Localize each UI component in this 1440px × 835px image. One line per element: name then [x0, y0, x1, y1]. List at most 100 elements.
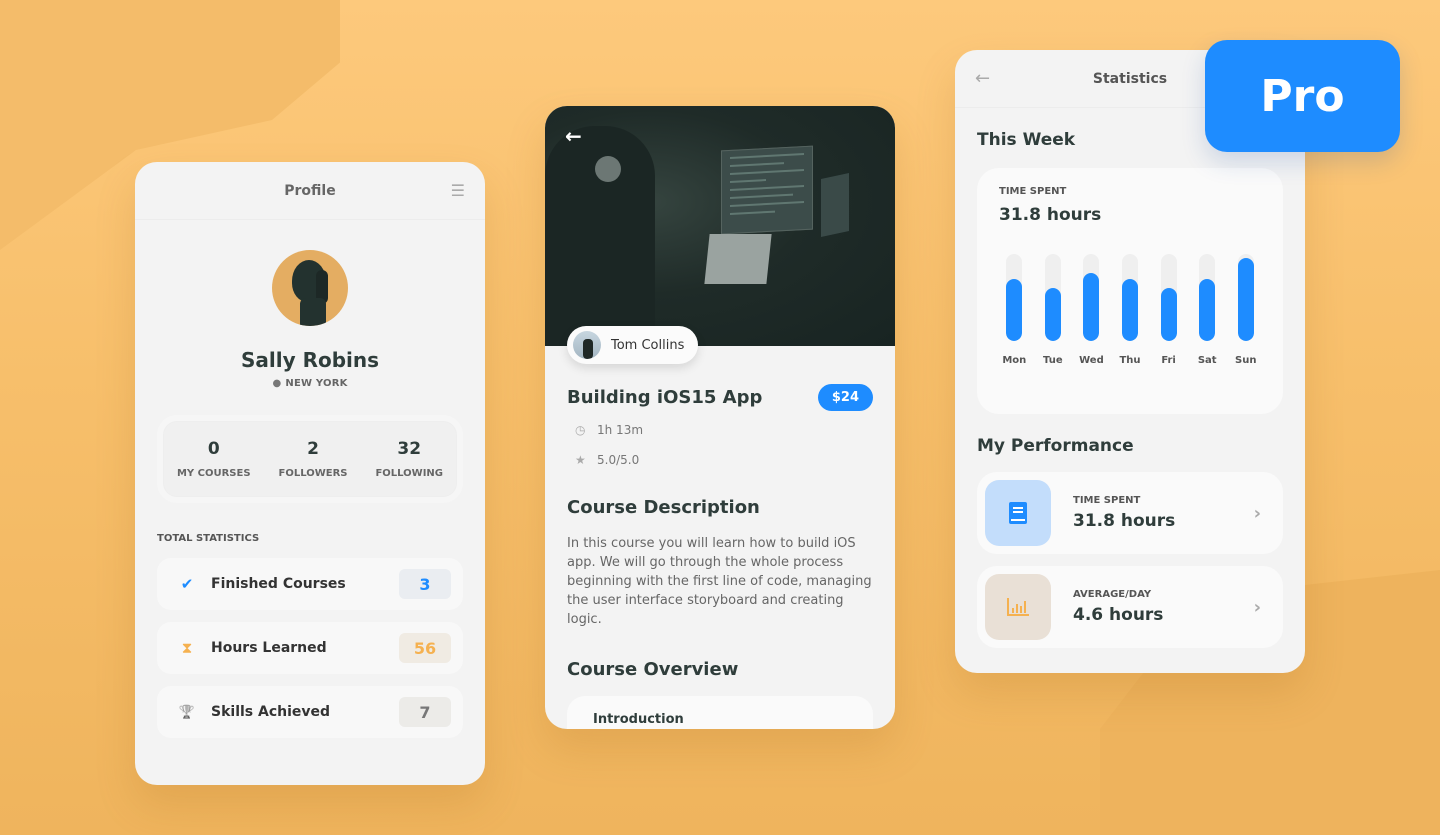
bar-thu: Thu — [1111, 254, 1150, 366]
profile-screen: Profile ☰ Sally Robins ● NEW YORK 0 MY COU… — [135, 162, 485, 785]
performance-value: 4.6 hours — [1073, 605, 1164, 625]
count-value: 32 — [397, 439, 422, 459]
bar-track — [1044, 254, 1061, 341]
performance-time-spent[interactable]: TIME SPENT 31.8 hours › — [977, 472, 1283, 554]
bar-track — [1083, 254, 1100, 341]
bar-fill — [1044, 288, 1061, 341]
chart-total: 31.8 hours — [999, 205, 1102, 225]
bar-label: Sun — [1235, 355, 1257, 366]
bar-track — [1006, 254, 1023, 341]
bar-track — [1160, 254, 1177, 341]
rating-text: 5.0/5.0 — [597, 453, 640, 467]
location-pin-icon: ● — [272, 378, 282, 389]
book-icon-tile — [985, 480, 1051, 546]
overview-item[interactable]: Introduction — [567, 696, 873, 729]
checkmark-icon: ✔ — [180, 575, 194, 593]
performance-label: TIME SPENT — [1073, 495, 1141, 506]
bar-wed: Wed — [1072, 254, 1111, 366]
course-hero-image: ← — [545, 106, 895, 346]
time-spent-chart: TIME SPENT 31.8 hours Mon Tue Wed Thu Fri Sat… — [977, 168, 1283, 414]
stat-label: Finished Courses — [211, 576, 346, 592]
performance-heading: My Performance — [977, 436, 1134, 456]
count-my-courses[interactable]: 0 MY COURSES — [177, 439, 251, 479]
count-value: 0 — [207, 439, 220, 459]
chevron-right-icon: › — [1253, 596, 1261, 618]
bar-fill — [1199, 279, 1216, 341]
bar-fill — [1083, 272, 1100, 341]
bar-fill — [1122, 279, 1139, 341]
overview-heading: Course Overview — [567, 659, 739, 680]
bar-tue: Tue — [1034, 254, 1073, 366]
bar-fri: Fri — [1149, 254, 1188, 366]
user-name: Sally Robins — [240, 348, 380, 372]
count-following[interactable]: 32 FOLLOWING — [375, 439, 443, 479]
author-avatar — [573, 331, 601, 359]
count-label: MY COURSES — [176, 468, 251, 479]
count-label: FOLLOWING — [375, 468, 443, 479]
performance-average-day[interactable]: AVERAGE/DAY 4.6 hours › — [977, 566, 1283, 648]
duration-text: 1h 13m — [597, 423, 644, 437]
bar-track — [1122, 254, 1139, 341]
bar-label: Mon — [1002, 355, 1027, 366]
course-screen: ← Tom Collins Building iOS15 App $24 ◷ 1h… — [545, 106, 895, 729]
user-location: ● NEW YORK — [135, 378, 485, 389]
star-icon: ★ — [575, 453, 586, 467]
clock-icon: ◷ — [575, 423, 586, 437]
performance-label: AVERAGE/DAY — [1073, 589, 1152, 600]
description-heading: Course Description — [567, 497, 760, 518]
bar-track — [1237, 254, 1254, 341]
chart-icon-tile — [985, 574, 1051, 640]
bar-label: Sat — [1197, 355, 1217, 366]
course-duration: ◷ 1h 13m — [575, 423, 895, 437]
author-chip[interactable]: Tom Collins — [567, 326, 699, 364]
count-followers[interactable]: 2 FOLLOWERS — [279, 439, 348, 479]
pro-badge[interactable]: Pro — [1205, 40, 1400, 152]
bar-label: Wed — [1079, 355, 1104, 366]
location-text: NEW YORK — [285, 378, 348, 389]
counts-panel: 0 MY COURSES 2 FOLLOWERS 32 FOLLOWING — [157, 415, 463, 503]
stat-value: 7 — [399, 697, 451, 727]
back-arrow-icon[interactable]: ← — [565, 124, 582, 148]
stat-row-hours-learned[interactable]: ⧗ Hours Learned 56 — [157, 622, 463, 674]
trophy-icon: 🏆 — [178, 704, 196, 720]
bar-sat: Sat — [1188, 254, 1227, 366]
stats-title: Statistics — [1092, 70, 1168, 87]
chevron-right-icon: › — [1253, 502, 1261, 524]
bar-label: Fri — [1161, 355, 1176, 366]
sliders-icon[interactable]: ☰ — [451, 181, 465, 200]
bar-track — [1199, 254, 1216, 341]
course-title: Building iOS15 App — [567, 387, 763, 408]
overview-item-label: Introduction — [593, 712, 684, 727]
profile-header: Profile ☰ — [135, 162, 485, 220]
back-arrow-icon[interactable]: ← — [975, 68, 990, 89]
price-badge[interactable]: $24 — [817, 384, 873, 411]
count-value: 2 — [307, 439, 319, 459]
stat-value: 56 — [399, 633, 451, 663]
bar-fill — [1006, 279, 1023, 341]
avatar — [272, 250, 348, 326]
stat-label: Skills Achieved — [211, 704, 331, 720]
stats-heading: TOTAL STATISTICS — [157, 533, 260, 544]
stat-value: 3 — [399, 569, 451, 599]
stat-row-finished-courses[interactable]: ✔ Finished Courses 3 — [157, 558, 463, 610]
author-name: Tom Collins — [611, 337, 685, 353]
performance-value: 31.8 hours — [1073, 511, 1176, 531]
chart-label: TIME SPENT — [999, 186, 1067, 197]
bar-mon: Mon — [995, 254, 1034, 366]
bar-label: Thu — [1119, 355, 1141, 366]
bar-sun: Sun — [1226, 254, 1265, 366]
course-rating: ★ 5.0/5.0 — [575, 453, 895, 467]
count-label: FOLLOWERS — [278, 468, 348, 479]
bar-label: Tue — [1043, 355, 1063, 366]
bar-chart-icon — [1007, 598, 1029, 616]
stat-label: Hours Learned — [211, 640, 327, 656]
course-description: In this course you will learn how to bui… — [567, 536, 872, 627]
profile-title: Profile — [284, 182, 336, 199]
bar-fill — [1160, 288, 1177, 341]
course-title-row: Building iOS15 App $24 — [567, 384, 873, 411]
stat-row-skills-achieved[interactable]: 🏆 Skills Achieved 7 — [157, 686, 463, 738]
bar-fill — [1237, 258, 1254, 341]
bar-series: Mon Tue Wed Thu Fri Sat Sun — [995, 254, 1265, 366]
hourglass-icon: ⧗ — [181, 639, 193, 657]
book-icon — [1009, 502, 1027, 524]
